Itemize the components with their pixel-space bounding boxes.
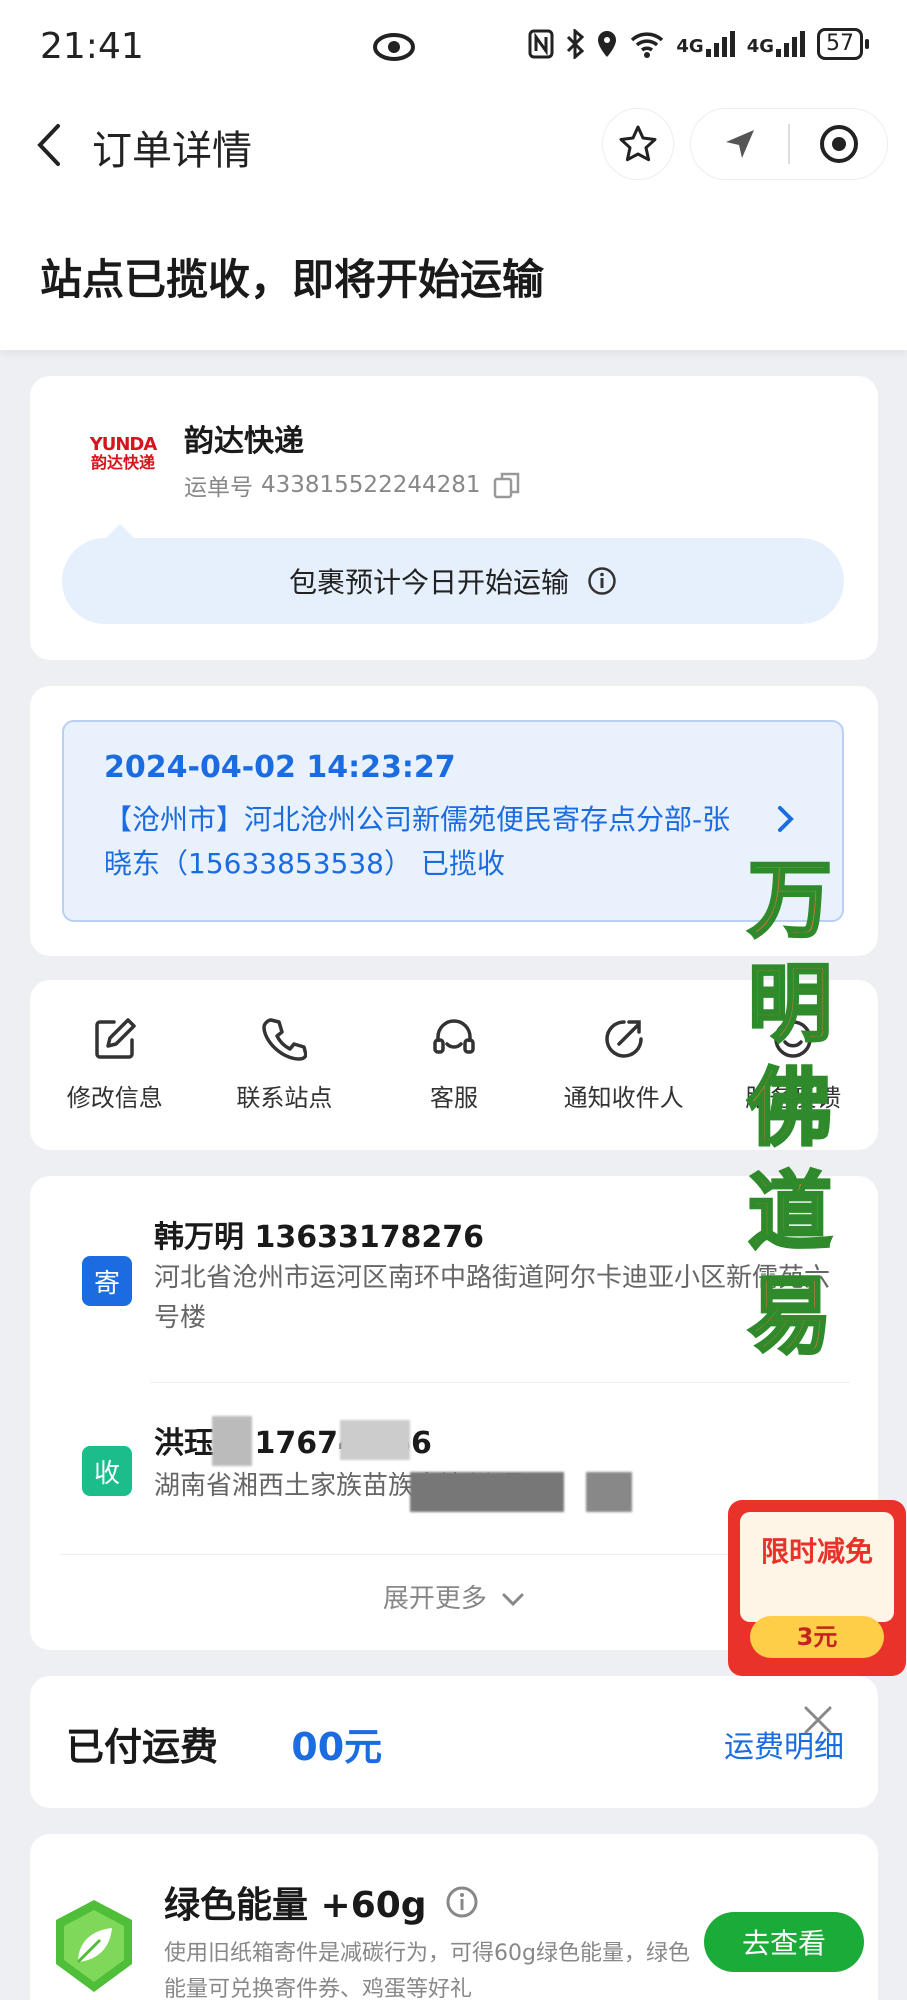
customer-service-button[interactable]: 客服 (369, 1016, 539, 1113)
chevron-right-icon (778, 806, 794, 832)
notify-recipient-button[interactable]: 通知收件人 (539, 1016, 709, 1113)
close-icon[interactable] (800, 1702, 836, 1738)
favorite-button[interactable] (602, 108, 674, 180)
waybill-row: 运单号 433815522244281 (184, 468, 521, 502)
status-time: 21:41 (40, 26, 144, 67)
promo-value: 3元 (750, 1616, 884, 1658)
privacy-mask (410, 1472, 564, 1512)
tracking-datetime: 2024-04-02 14:23:27 (104, 750, 456, 785)
edit-icon (95, 1018, 136, 1059)
nav-bar: 订单详情 (0, 96, 907, 196)
tracking-description: 【沧州市】河北沧州公司新儒苑便民寄存点分部-张晓东（15633853538） 已… (104, 803, 731, 880)
location-icon (598, 31, 617, 57)
privacy-mask (586, 1472, 632, 1512)
status-headline-section: 站点已揽收，即将开始运输 (0, 196, 907, 350)
watermark-text: 万 明 佛 道 易 (740, 848, 840, 1368)
close-mini-program-button[interactable] (790, 123, 887, 165)
paid-amount: 00元 (291, 1725, 383, 1769)
sender-name-phone: 韩万明 13633178276 (154, 1220, 485, 1255)
sender-badge: 寄 (82, 1256, 132, 1306)
order-status-headline: 站点已揽收，即将开始运输 (40, 255, 545, 304)
edit-info-button[interactable]: 修改信息 (30, 1016, 200, 1113)
courier-name: 韵达快递 (184, 424, 304, 459)
eta-notice: 包裹预计今日开始运输 (62, 524, 844, 624)
eye-icon (373, 33, 415, 61)
privacy-mask (340, 1420, 410, 1460)
waybill-number: 433815522244281 (261, 472, 481, 498)
back-icon[interactable] (30, 120, 70, 170)
expand-more-label: 展开更多 (382, 1584, 487, 1614)
contact-station-button[interactable]: 联系站点 (200, 1016, 370, 1113)
watermark-char: 道 (746, 1161, 833, 1263)
payment-card: 已付运费 00元 运费明细 (30, 1676, 878, 1808)
courier-card: YUNDA 韵达快递 韵达快递 运单号 433815522244281 包裹预计… (30, 376, 878, 660)
status-icons: 4G 4G 57 (528, 28, 869, 60)
info-icon[interactable] (587, 566, 617, 596)
action-label: 修改信息 (66, 1084, 163, 1112)
cellular-signal-2: 4G (747, 31, 805, 57)
action-label: 客服 (429, 1084, 478, 1112)
green-energy-description: 使用旧纸箱寄件是减碳行为，可得60g绿色能量，绿色能量可兑换寄件券、鸡蛋等好礼 (164, 1941, 690, 2000)
eta-text: 包裹预计今日开始运输 (288, 566, 569, 599)
limited-discount-promo[interactable]: 限时减免 3元 (728, 1500, 906, 1676)
yunda-logo: YUNDA 韵达快递 (89, 434, 158, 472)
divider (150, 1382, 850, 1383)
privacy-mask (212, 1416, 252, 1466)
privacy-mask (231, 1729, 292, 1770)
navigation-arrow-icon (725, 130, 754, 158)
copy-icon[interactable] (493, 471, 521, 499)
bluetooth-icon (567, 29, 585, 59)
waybill-label: 运单号 (184, 475, 253, 501)
nfc-icon (528, 29, 554, 59)
wifi-icon (631, 32, 664, 58)
receiver-badge: 收 (82, 1446, 132, 1496)
green-energy-card: 绿色能量 +60g 使用旧纸箱寄件是减碳行为，可得60g绿色能量，绿色能量可兑换… (30, 1834, 878, 2000)
mini-program-capsule (690, 108, 888, 180)
status-bar: 21:41 4G 4G 57 (0, 0, 907, 96)
paid-label: 已付运费 (66, 1725, 219, 1769)
paid-freight: 已付运费 00元 (66, 1716, 382, 1771)
star-icon (619, 125, 657, 162)
battery-indicator: 57 (817, 28, 869, 60)
info-icon[interactable] (445, 1885, 479, 1919)
network-type-label: 4G (746, 36, 774, 57)
green-energy-title: 绿色能量 +60g (164, 1876, 479, 1928)
target-icon (819, 125, 858, 163)
action-label: 联系站点 (236, 1084, 333, 1112)
watermark-char: 明 (746, 953, 833, 1055)
watermark-char: 易 (746, 1265, 833, 1367)
network-type-label: 4G (676, 36, 704, 57)
energy-title-text: 绿色能量 +60g (164, 1885, 427, 1926)
headset-icon (433, 1019, 475, 1054)
green-leaf-icon (56, 1900, 132, 1992)
phone-icon (262, 1018, 308, 1061)
action-label: 通知收件人 (563, 1084, 684, 1112)
latest-tracking-event[interactable]: 2024-04-02 14:23:27 【沧州市】河北沧州公司新儒苑便民寄存点分… (62, 720, 844, 922)
chevron-down-icon (502, 1593, 524, 1606)
cellular-signal-1: 4G (676, 31, 735, 57)
watermark-char: 万 (746, 849, 833, 951)
share-icon (604, 1020, 643, 1058)
watermark-char: 佛 (746, 1057, 833, 1159)
view-energy-button[interactable]: 去查看 (704, 1912, 864, 1972)
page-title: 订单详情 (92, 128, 252, 174)
promo-title: 限时减免 (760, 1535, 873, 1568)
share-button[interactable] (691, 126, 788, 162)
